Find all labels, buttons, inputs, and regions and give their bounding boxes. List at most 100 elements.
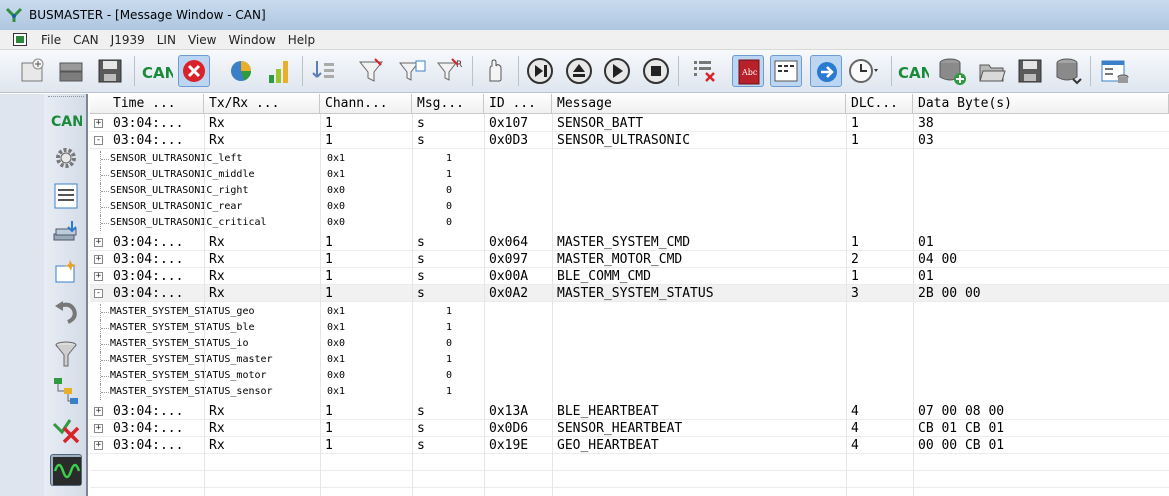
database-stack-icon[interactable] — [1052, 55, 1084, 87]
message-row[interactable]: +03:04:... Rx 1 s 0x00A BLE_COMM_CMD 1 01 — [90, 268, 1169, 285]
col-message-header[interactable]: Message — [552, 94, 846, 114]
signal-physical-value: 1 — [446, 354, 453, 365]
tree-hierarchy-icon[interactable] — [50, 374, 82, 406]
filter-replay-icon[interactable]: R — [434, 55, 466, 87]
play-icon[interactable] — [601, 55, 633, 87]
col-id-cell: 0x064 — [489, 235, 529, 250]
save-icon[interactable] — [94, 55, 126, 87]
bar-chart-icon[interactable] — [264, 55, 296, 87]
menu-lin[interactable]: LIN — [151, 33, 182, 47]
col-channel-cell: 1 — [325, 133, 333, 148]
database-table-icon[interactable] — [1098, 55, 1130, 87]
database-book-icon[interactable]: Abc — [732, 55, 764, 87]
col-msg-cell: s — [417, 404, 425, 419]
navigate-forward-icon[interactable] — [810, 55, 842, 87]
document-icon[interactable] — [13, 33, 27, 46]
expand-icon[interactable]: + — [94, 424, 103, 433]
time-mode-icon[interactable] — [846, 55, 878, 87]
collapse-icon[interactable]: - — [94, 289, 103, 298]
message-row[interactable]: +03:04:... Rx 1 s 0x13A BLE_HEARTBEAT 4 07 00 0… — [90, 403, 1169, 420]
menu-bar: File CAN J1939 LIN View Window Help — [0, 30, 1169, 50]
col-txrx-cell: Rx — [209, 421, 225, 436]
message-row[interactable]: +03:04:... Rx 1 s 0x097 MASTER_MOTOR_CMD 2 04 0… — [90, 251, 1169, 268]
funnel-filter-icon[interactable] — [50, 338, 82, 370]
import-stack-icon[interactable] — [50, 218, 82, 250]
message-row[interactable]: +03:04:... Rx 1 s 0x064 MASTER_SYSTEM_CMD 1 01 — [90, 234, 1169, 251]
delete-node-icon[interactable] — [50, 414, 82, 446]
save-database-icon[interactable] — [1014, 55, 1046, 87]
new-config-icon[interactable] — [16, 55, 48, 87]
expand-icon[interactable]: + — [94, 238, 103, 247]
expand-icon[interactable]: + — [94, 407, 103, 416]
eject-icon[interactable] — [563, 55, 595, 87]
expand-icon[interactable]: + — [94, 119, 103, 128]
menu-can[interactable]: CAN — [67, 33, 105, 47]
cabinet-icon[interactable] — [55, 55, 87, 87]
col-message-cell: BLE_HEARTBEAT — [557, 404, 659, 419]
menu-help[interactable]: Help — [282, 33, 321, 47]
signal-raw-value: 0x1 — [327, 322, 346, 333]
col-id-header[interactable]: ID ... — [484, 94, 552, 114]
can-config-button[interactable]: CAN — [897, 55, 929, 87]
stop-icon[interactable] — [640, 55, 672, 87]
message-row[interactable]: +03:04:... Rx 1 s 0x19E GEO_HEARTBEAT 4 00 00 C… — [90, 437, 1169, 454]
signal-watch-icon[interactable] — [770, 55, 802, 87]
expand-icon[interactable]: + — [94, 272, 103, 281]
menu-file[interactable]: File — [35, 33, 67, 47]
can-bus-button[interactable]: CAN — [50, 104, 82, 136]
col-message-cell: MASTER_MOTOR_CMD — [557, 252, 683, 267]
message-row[interactable]: - 03:04:... Rx 1 s 0x0A2 MASTER_SYSTEM_STATUS 3… — [90, 285, 1169, 302]
col-message-cell: SENSOR_HEARTBEAT — [557, 421, 683, 436]
expand-icon[interactable]: + — [94, 255, 103, 264]
menu-view[interactable]: View — [182, 33, 222, 47]
signal-physical-value: 1 — [446, 306, 453, 317]
signal-row: MASTER_SYSTEM_STATUS_motor 0x0 0 — [90, 368, 510, 384]
col-dlc-cell: 4 — [851, 438, 859, 453]
signal-raw-value: 0x0 — [327, 370, 346, 381]
col-time-header[interactable]: Time ... — [108, 94, 204, 114]
signal-name: MASTER_SYSTEM_STATUS_ble — [110, 322, 255, 333]
col-msg-header[interactable]: Msg... — [412, 94, 484, 114]
col-data-cell: 00 00 CB 01 — [918, 438, 1005, 453]
filter-list-icon[interactable] — [396, 55, 428, 87]
expand-icon[interactable]: + — [94, 441, 103, 450]
signal-physical-value: 1 — [446, 386, 453, 397]
col-data-cell: 01 — [918, 269, 934, 284]
col-data-header[interactable]: Data Byte(s) — [913, 94, 1169, 114]
message-row[interactable]: +03:04:... Rx 1 s 0x107 SENSOR_BATT 1 38 — [90, 115, 1169, 132]
message-arrow-icon[interactable] — [309, 55, 341, 87]
open-folder-icon[interactable] — [976, 55, 1008, 87]
menu-window[interactable]: Window — [222, 33, 281, 47]
pie-chart-icon[interactable] — [226, 55, 258, 87]
filter-icon[interactable] — [355, 55, 387, 87]
add-database-icon[interactable] — [936, 55, 968, 87]
hand-icon[interactable] — [480, 55, 512, 87]
can-connect-button[interactable]: CAN — [141, 55, 173, 87]
signal-raw-value: 0x1 — [327, 354, 346, 365]
svg-text:CAN: CAN — [142, 64, 173, 82]
message-row[interactable]: +03:04:... Rx 1 s 0x0D6 SENSOR_HEARTBEAT 4 CB 0… — [90, 420, 1169, 437]
node-simulation-icon[interactable] — [50, 256, 82, 288]
col-channel-header[interactable]: Chann... — [320, 94, 412, 114]
col-dlc-header[interactable]: DLC... — [846, 94, 913, 114]
collapse-icon[interactable]: - — [94, 136, 103, 145]
message-row[interactable]: - 03:04:... Rx 1 s 0x0D3 SENSOR_ULTRASONIC 1 03 — [90, 132, 1169, 149]
col-id-cell: 0x0A2 — [489, 286, 529, 301]
col-time-cell: 03:04:... — [113, 252, 184, 267]
undo-icon[interactable] — [50, 296, 82, 328]
signal-physical-value: 0 — [446, 201, 453, 212]
col-channel-cell: 1 — [325, 421, 333, 436]
empty-row — [90, 488, 1169, 496]
disconnect-icon[interactable] — [178, 55, 210, 87]
clear-log-icon[interactable] — [688, 55, 720, 87]
step-forward-icon[interactable] — [524, 55, 556, 87]
signal-physical-value: 0 — [446, 338, 453, 349]
col-channel-cell: 1 — [325, 269, 333, 284]
col-data-cell: 01 — [918, 235, 934, 250]
message-list-icon[interactable] — [50, 180, 82, 212]
settings-gear-icon[interactable] — [50, 142, 82, 174]
col-data-cell: CB 01 CB 01 — [918, 421, 1005, 436]
signal-graph-icon[interactable] — [50, 454, 82, 486]
menu-j1939[interactable]: J1939 — [105, 33, 151, 47]
col-txrx-header[interactable]: Tx/Rx ... — [204, 94, 320, 114]
